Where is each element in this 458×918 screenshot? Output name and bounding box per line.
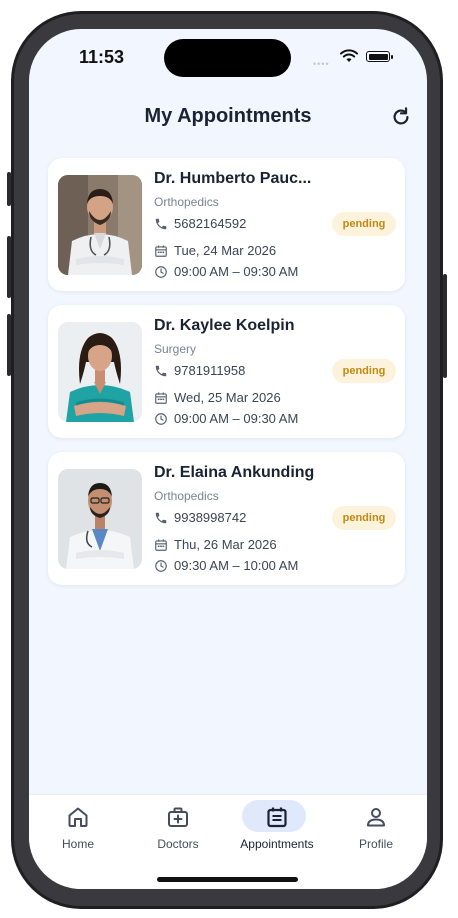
appointment-date: Wed, 25 Mar 2026 <box>174 390 281 405</box>
doctor-phone[interactable]: 9938998742 <box>174 510 246 525</box>
appointment-time: 09:00 AM – 09:30 AM <box>174 411 299 426</box>
nav-label-profile: Profile <box>358 837 393 851</box>
clock-icon <box>155 559 167 572</box>
doctor-name: Dr. Kaylee Koelpin <box>154 317 295 334</box>
nav-item-appointments[interactable]: Appointments <box>228 795 326 865</box>
calendar-icon <box>155 538 167 551</box>
nav-label-appointments: Appointments <box>240 837 314 851</box>
doctor-name: Dr. Humberto Pauc... <box>154 170 312 187</box>
battery-icon <box>366 51 393 62</box>
doctor-specialty: Orthopedics <box>154 195 219 209</box>
appointment-time: 09:30 AM – 10:00 AM <box>174 558 299 573</box>
status-badge: pending <box>332 506 396 530</box>
calendar-icon <box>267 807 287 828</box>
nav-label-home: Home <box>61 837 94 851</box>
doctor-name: Dr. Elaina Ankunding <box>154 464 315 481</box>
appointment-time: 09:00 AM – 09:30 AM <box>174 264 299 279</box>
appointment-date: Thu, 26 Mar 2026 <box>174 537 277 552</box>
dynamic-island <box>164 39 291 77</box>
volume-down-button <box>7 314 11 376</box>
doctor-photo <box>58 322 142 422</box>
time-row: 09:30 AM – 10:00 AM <box>154 558 298 573</box>
phone-icon <box>155 512 167 523</box>
appointment-card[interactable]: Dr. Kaylee Koelpin Surgery 9781911958 We… <box>48 305 405 438</box>
calendar-icon <box>155 244 167 257</box>
app-screen: 11:53 •••• My Appointments Dr. Humberto … <box>29 29 427 889</box>
date-row: Thu, 26 Mar 2026 <box>154 537 277 552</box>
nav-item-profile[interactable]: Profile <box>327 795 425 865</box>
time-row: 09:00 AM – 09:30 AM <box>154 264 298 279</box>
nav-item-home[interactable]: Home <box>29 795 127 865</box>
date-row: Tue, 24 Mar 2026 <box>154 243 276 258</box>
doctor-photo <box>58 469 142 569</box>
doctor-specialty: Orthopedics <box>154 489 219 503</box>
user-icon <box>367 808 385 827</box>
volume-up-button <box>7 236 11 298</box>
cellular-signal-icon: •••• <box>313 59 330 69</box>
status-badge: pending <box>332 212 396 236</box>
status-bar: 11:53 •••• <box>29 29 427 89</box>
status-badge: pending <box>332 359 396 383</box>
clock-icon <box>155 412 167 425</box>
time-row: 09:00 AM – 09:30 AM <box>154 411 298 426</box>
home-icon <box>68 807 88 827</box>
doctor-specialty: Surgery <box>154 342 197 356</box>
power-button <box>443 274 447 378</box>
appointment-date: Tue, 24 Mar 2026 <box>174 243 277 258</box>
medical-bag-icon <box>168 807 188 827</box>
home-indicator[interactable] <box>157 877 298 882</box>
phone-row: 9781911958 <box>154 363 245 378</box>
phone-row: 5682164592 <box>154 216 246 231</box>
bottom-nav: Home Doctors Appointments Profile <box>29 794 427 889</box>
calendar-icon <box>155 391 167 404</box>
nav-label-doctors: Doctors <box>157 837 199 851</box>
doctor-photo <box>58 175 142 275</box>
wifi-icon <box>340 49 358 62</box>
status-time: 11:53 <box>79 47 125 67</box>
doctor-phone[interactable]: 9781911958 <box>174 363 245 378</box>
appointment-card[interactable]: Dr. Elaina Ankunding Orthopedics 9938998… <box>48 452 405 585</box>
page-title: My Appointments <box>144 105 312 127</box>
clock-icon <box>155 265 167 278</box>
phone-icon <box>155 365 167 376</box>
nav-item-doctors[interactable]: Doctors <box>129 795 227 865</box>
refresh-icon[interactable] <box>390 106 412 128</box>
silent-switch <box>7 172 11 206</box>
doctor-phone[interactable]: 5682164592 <box>174 216 246 231</box>
date-row: Wed, 25 Mar 2026 <box>154 390 281 405</box>
phone-icon <box>155 218 167 229</box>
phone-row: 9938998742 <box>154 510 246 525</box>
appointment-card[interactable]: Dr. Humberto Pauc... Orthopedics 5682164… <box>48 158 405 291</box>
